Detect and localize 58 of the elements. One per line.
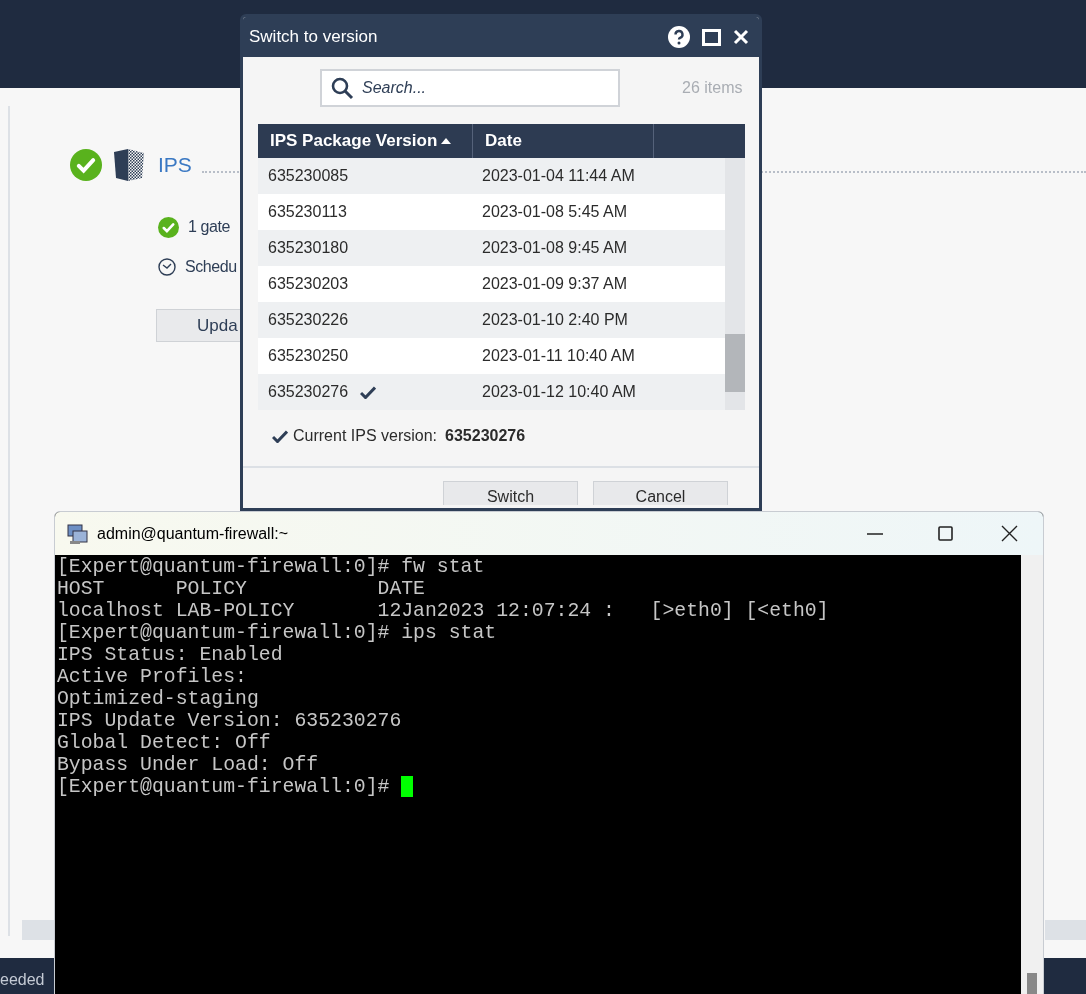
table-row[interactable]: 635230276 2023-01-12 10:40 AM xyxy=(258,374,725,410)
computer-icon xyxy=(67,522,89,545)
close-icon[interactable] xyxy=(1001,525,1018,542)
table-row[interactable]: 635230203 2023-01-09 9:37 AM xyxy=(258,266,725,302)
checkmark-icon xyxy=(272,429,288,443)
check-circle-icon xyxy=(158,216,179,238)
terminal-line: Global Detect: Off xyxy=(57,732,272,754)
version-cell-text: 635230203 xyxy=(268,274,349,294)
current-version-label: Current IPS version: xyxy=(293,426,438,446)
date-cell-text: 2023-01-12 10:40 AM xyxy=(481,382,636,402)
dialog-button[interactable]: Switch xyxy=(443,481,578,505)
version-cell-text: 635230180 xyxy=(268,238,349,258)
version-cell-text: 635230276 xyxy=(268,382,349,402)
status-text: eeded xyxy=(0,970,45,990)
horizontal-scrollbar xyxy=(22,920,54,940)
version-cell-text: 635230226 xyxy=(268,310,349,330)
detail-text: 1 gate xyxy=(188,217,231,237)
search-field[interactable]: Search... xyxy=(320,69,620,107)
item-count: 26 items xyxy=(682,78,743,98)
table-row[interactable]: 635230180 2023-01-08 9:45 AM xyxy=(258,230,725,266)
terminal-line: Optimized-staging xyxy=(57,688,260,710)
dialog-button[interactable]: Cancel xyxy=(593,481,728,505)
table-row[interactable]: 635230113 2023-01-08 5:45 AM xyxy=(258,194,725,230)
terminal-line: HOST POLICY DATE xyxy=(57,578,426,600)
terminal-line: IPS Status: Enabled xyxy=(57,644,284,666)
table-row[interactable]: 635230250 2023-01-11 10:40 AM xyxy=(258,338,725,374)
date-cell-text: 2023-01-08 5:45 AM xyxy=(481,202,627,222)
sort-ascending-icon xyxy=(441,138,452,144)
minimize-icon[interactable] xyxy=(867,532,883,535)
version-cell-text: 635230250 xyxy=(268,346,349,366)
date-cell-text: 2023-01-11 10:40 AM xyxy=(481,346,635,366)
terminal-line: IPS Update Version: 635230276 xyxy=(57,710,403,732)
date-cell-text: 2023-01-09 9:37 AM xyxy=(481,274,627,294)
terminal-line: Active Profiles: xyxy=(57,666,248,688)
dialog-title: Switch to version xyxy=(249,26,379,49)
clock-icon xyxy=(158,258,176,276)
search-icon xyxy=(330,76,354,100)
terminal-line: [Expert@quantum-firewall:0]# xyxy=(57,776,390,798)
date-cell-text: 2023-01-04 11:44 AM xyxy=(481,166,635,186)
terminal-line: [Expert@quantum-firewall:0]# fw stat xyxy=(57,556,486,578)
current-version-value: 635230276 xyxy=(445,426,526,446)
help-icon[interactable] xyxy=(668,26,690,48)
maximize-icon[interactable] xyxy=(938,526,953,541)
table-row[interactable]: 635230085 2023-01-04 11:44 AM xyxy=(258,158,725,194)
terminal-line: [Expert@quantum-firewall:0]# ips stat xyxy=(57,622,498,644)
detail-text: Schedu xyxy=(185,257,237,277)
table-row[interactable]: 635230226 2023-01-10 2:40 PM xyxy=(258,302,725,338)
terminal-line: Bypass Under Load: Off xyxy=(57,754,320,776)
date-cell-text: 2023-01-10 2:40 PM xyxy=(481,310,628,330)
date-cell-text: 2023-01-08 9:45 AM xyxy=(481,238,627,258)
section-title: IPS xyxy=(158,152,192,179)
terminal-line: localhost LAB-POLICY 12Jan2023 12:07:24 : [>eth0] [<eth0] xyxy=(57,600,830,622)
terminal-title: admin@quantum-firewall:~ xyxy=(97,523,289,544)
version-cell-text: 635230113 xyxy=(268,202,347,222)
version-cell-text: 635230085 xyxy=(268,166,349,186)
search-input[interactable]: Search... xyxy=(362,76,602,100)
shield-icon xyxy=(112,148,146,182)
scrollbar-track xyxy=(1045,920,1086,940)
